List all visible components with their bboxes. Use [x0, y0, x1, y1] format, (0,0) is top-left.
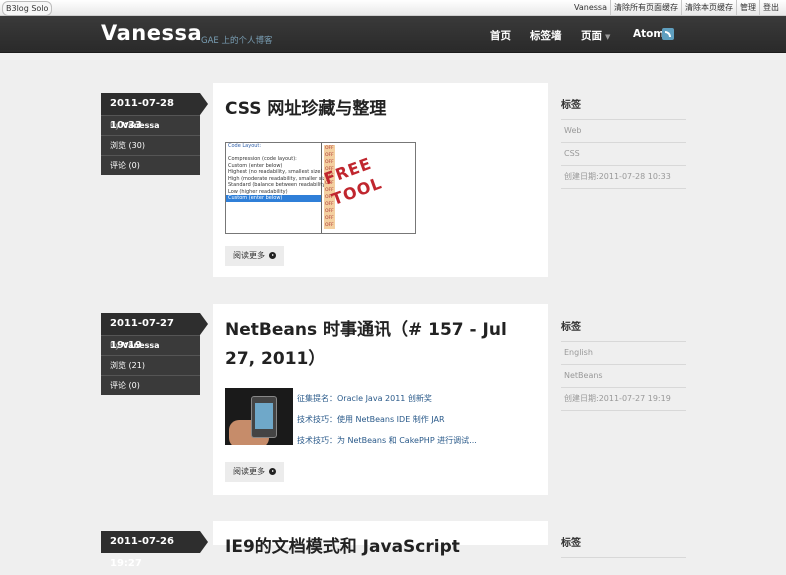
- article-title[interactable]: NetBeans 时事通讯（# 157 - Jul 27, 2011）: [225, 316, 540, 374]
- tags-heading: 标签: [561, 317, 686, 342]
- created-date: 创建日期:2011-07-28 10:33: [561, 166, 686, 189]
- tag-link[interactable]: English: [561, 342, 686, 365]
- article-comments[interactable]: 评论 (0): [101, 155, 200, 175]
- tags-heading: 标签: [561, 533, 686, 558]
- article-sidebar: 标签: [561, 533, 686, 558]
- tag-link[interactable]: NetBeans: [561, 365, 686, 388]
- read-more-button[interactable]: 阅读更多: [225, 246, 284, 266]
- thumb-phone: [251, 396, 277, 438]
- article-views: 浏览 (21): [101, 355, 200, 375]
- article-views: 浏览 (30): [101, 135, 200, 155]
- site-title[interactable]: Vanessa: [101, 21, 202, 45]
- rss-icon[interactable]: [662, 28, 674, 40]
- article-card: CSS 网址珍藏与整理 Code Layout: Compression (co…: [213, 83, 548, 277]
- article-meta: 2011-07-27 19:19 by Vanessa 浏览 (21) 评论 (…: [101, 313, 208, 395]
- clear-page-cache-link[interactable]: 清除本页缓存: [681, 0, 736, 15]
- site-header: Vanessa GAE 上的个人博客 首页 标签墙 页面 ▼ Atom: [0, 16, 786, 53]
- tag-link[interactable]: Web: [561, 120, 686, 143]
- read-more-label: 阅读更多: [233, 251, 265, 260]
- article-meta: 2011-07-28 10:33 by Vanessa 浏览 (30) 评论 (…: [101, 93, 208, 175]
- admin-links: Vanessa 清除所有页面缓存 清除本页缓存 管理 登出: [571, 0, 782, 15]
- nav-home[interactable]: 首页: [490, 28, 511, 43]
- arrow-right-icon: [269, 468, 276, 475]
- article-sidebar: 标签 Web CSS 创建日期:2011-07-28 10:33: [561, 95, 686, 189]
- newsletter-link[interactable]: 征集提名：Oracle Java 2011 创新奖: [297, 388, 477, 409]
- clear-all-cache-link[interactable]: 清除所有页面缓存: [610, 0, 681, 15]
- thumbnail-settings-pane: Code Layout: Compression (code layout): …: [226, 143, 330, 233]
- article-date: 2011-07-26 19:27: [101, 531, 208, 569]
- nav-tags[interactable]: 标签墙: [530, 28, 562, 43]
- site-subtitle: GAE 上的个人博客: [201, 36, 273, 46]
- arrow-right-icon: [269, 252, 276, 259]
- admin-topbar: B3log Solo Vanessa 清除所有页面缓存 清除本页缓存 管理 登出: [0, 0, 786, 16]
- newsletter-links: 征集提名：Oracle Java 2011 创新奖 技术技巧：使用 NetBea…: [297, 388, 477, 451]
- thumb-phone-screen: [255, 403, 273, 429]
- article-date: 2011-07-28 10:33: [101, 93, 208, 131]
- brand-link[interactable]: B3log Solo: [2, 1, 53, 16]
- article-title[interactable]: IE9的文档模式和 JavaScript: [225, 533, 460, 562]
- article-card: NetBeans 时事通讯（# 157 - Jul 27, 2011） 征集提名…: [213, 304, 548, 495]
- article-date: 2011-07-27 19:19: [101, 313, 208, 351]
- article-thumbnail: Code Layout: Compression (code layout): …: [225, 142, 416, 234]
- nav-pages[interactable]: 页面 ▼: [581, 28, 610, 43]
- nav-pages-label: 页面: [581, 30, 602, 42]
- user-link[interactable]: Vanessa: [571, 0, 610, 15]
- thumb-line: Highest (no readability, smallest size): [228, 169, 323, 175]
- logout-link[interactable]: 登出: [759, 0, 782, 15]
- chevron-down-icon: ▼: [605, 33, 611, 41]
- article-comments[interactable]: 评论 (0): [101, 375, 200, 395]
- newsletter-link[interactable]: 技术技巧：为 NetBeans 和 CakePHP 进行调试...: [297, 430, 477, 451]
- nav-atom[interactable]: Atom: [633, 28, 664, 40]
- read-more-button[interactable]: 阅读更多: [225, 462, 284, 482]
- thumb-line: Standard (balance between readability): [228, 182, 328, 188]
- article-card: IE9的文档模式和 JavaScript: [213, 521, 548, 557]
- newsletter-link[interactable]: 技术技巧：使用 NetBeans IDE 制作 JAR: [297, 409, 477, 430]
- article-title[interactable]: CSS 网址珍藏与整理: [225, 95, 386, 124]
- article-sidebar: 标签 English NetBeans 创建日期:2011-07-27 19:1…: [561, 317, 686, 411]
- article-thumbnail: [225, 388, 293, 445]
- created-date: 创建日期:2011-07-27 19:19: [561, 388, 686, 411]
- admin-link[interactable]: 管理: [736, 0, 759, 15]
- tags-heading: 标签: [561, 95, 686, 120]
- thumb-line-selected: Custom (enter below): [226, 195, 321, 202]
- article-meta: 2011-07-26 19:27: [101, 531, 208, 569]
- read-more-label: 阅读更多: [233, 467, 265, 476]
- tag-link[interactable]: CSS: [561, 143, 686, 166]
